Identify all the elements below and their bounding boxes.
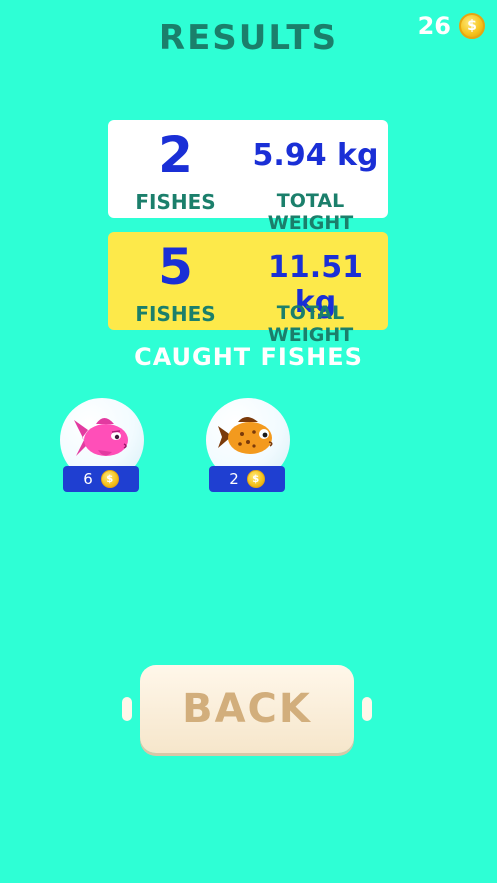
current-fishes-label: FISHES bbox=[135, 190, 216, 214]
best-fishes-label: FISHES bbox=[135, 302, 216, 326]
current-catch-panel: 2 5.94 kg FISHES TOTAL WEIGHT bbox=[108, 120, 388, 234]
back-button[interactable]: BACK bbox=[140, 665, 354, 753]
caught-fish-card[interactable]: 6 $ bbox=[58, 398, 148, 494]
best-fishes-count: 5 bbox=[158, 238, 193, 296]
fish-price: 6 bbox=[83, 470, 93, 488]
left-tab-decoration bbox=[122, 697, 132, 721]
best-catch-panel: 5 11.51 kg FISHES TOTAL WEIGHT bbox=[108, 232, 388, 346]
orange-spotted-fish-icon bbox=[218, 417, 273, 454]
caught-fish-card[interactable]: 2 $ bbox=[204, 398, 294, 494]
current-weight-label: TOTAL WEIGHT bbox=[267, 190, 354, 234]
coin-icon: $ bbox=[459, 13, 485, 39]
back-button-label: BACK bbox=[182, 686, 312, 732]
coin-balance: 26 $ bbox=[418, 12, 485, 40]
caught-fishes-title: CAUGHT FISHES bbox=[134, 343, 363, 371]
coin-icon: $ bbox=[100, 470, 119, 488]
best-weight-label: TOTAL WEIGHT bbox=[267, 302, 354, 346]
current-fishes-count: 2 bbox=[158, 126, 193, 184]
fish-price-badge: 6 $ bbox=[63, 466, 139, 492]
coin-icon: $ bbox=[246, 470, 265, 488]
right-tab-decoration bbox=[362, 697, 372, 721]
fish-price-badge: 2 $ bbox=[209, 466, 285, 492]
current-total-weight: 5.94 kg bbox=[252, 138, 379, 173]
back-button-wrapper: BACK bbox=[118, 665, 376, 755]
coin-count: 26 bbox=[417, 12, 451, 40]
pink-fish-icon bbox=[74, 418, 128, 456]
fish-price: 2 bbox=[229, 470, 239, 488]
